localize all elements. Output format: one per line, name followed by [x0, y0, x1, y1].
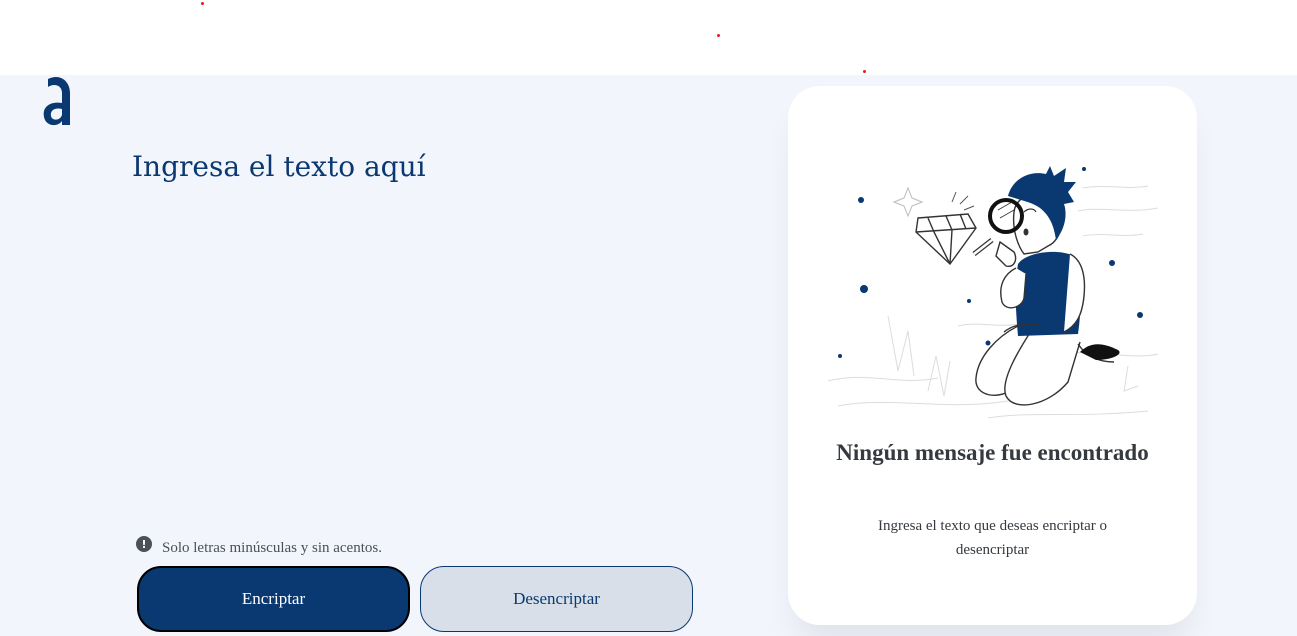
decorative-dot	[717, 34, 720, 37]
decorative-dot	[201, 2, 204, 5]
empty-state-message: Ingresa el texto que deseas encriptar o …	[877, 518, 1108, 558]
result-panel: Ningún mensaje fue encontrado Ingresa el…	[788, 86, 1197, 625]
input-hint: ! Solo letras minúsculas y sin acentos.	[136, 535, 382, 557]
exclamation-circle-icon: !	[136, 536, 152, 552]
top-bar	[0, 0, 1297, 75]
empty-state-title: Ningún mensaje fue encontrado	[836, 440, 1149, 465]
decorative-dot	[863, 70, 866, 73]
decrypt-button[interactable]: Desencriptar	[420, 566, 693, 632]
encrypt-button[interactable]: Encriptar	[137, 566, 410, 632]
alura-logo-icon	[40, 75, 76, 129]
input-hint-text: Solo letras minúsculas y sin acentos.	[162, 540, 382, 556]
person-with-magnifying-glass-illustration	[828, 166, 1159, 419]
message-input[interactable]	[132, 150, 712, 510]
